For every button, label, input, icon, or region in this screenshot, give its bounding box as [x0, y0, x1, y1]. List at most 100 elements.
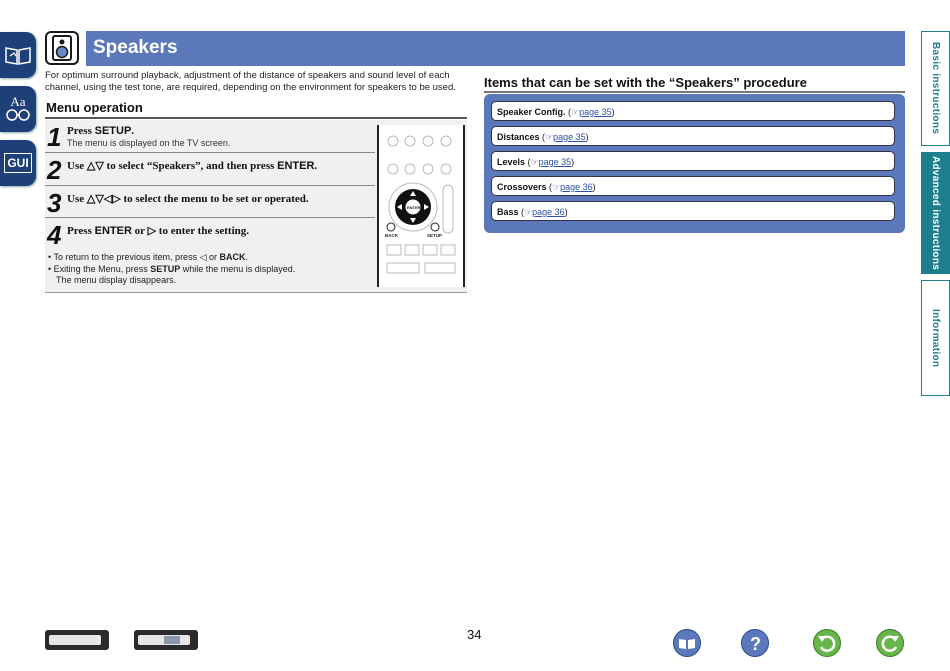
tab-label: Basic instructions — [930, 42, 941, 135]
step-1: 1 Press SETUP. The menu is displayed on … — [45, 120, 375, 153]
forward-button[interactable] — [876, 629, 904, 657]
tab-information[interactable]: Information — [921, 280, 950, 396]
note-1: • To return to the previous item, press … — [48, 252, 249, 262]
page-link[interactable]: page 36 — [560, 182, 593, 192]
step-key: ENTER — [94, 225, 132, 237]
note-text: while the menu is displayed. — [180, 263, 296, 274]
item-end: ) — [592, 182, 596, 192]
item-name: Bass — [497, 207, 519, 217]
item-end: ) — [571, 157, 575, 167]
glossary-nav-button[interactable]: Aa — [0, 86, 36, 132]
step-number: 2 — [47, 155, 62, 185]
back-button[interactable] — [813, 629, 841, 657]
note-text: . — [245, 252, 249, 262]
glossary-label: Aa — [10, 94, 26, 109]
items-section-title: Items that can be set with the “Speakers… — [484, 75, 807, 90]
step-text-pre: Use △▽ to select “Speakers”, and then pr… — [67, 160, 278, 172]
step-text: Use △▽◁▷ to select the menu to be set or… — [67, 193, 309, 205]
remote-back-label: BACK — [385, 233, 398, 238]
pointing-hand-icon: ☞ — [552, 182, 561, 192]
step-text: Use △▽ to select “Speakers”, and then pr… — [67, 159, 317, 172]
note-2: • Exiting the Menu, press SETUP while th… — [48, 263, 296, 274]
step-text-post: . — [131, 125, 135, 137]
step-text: Press ENTER or ▷ to enter the setting. — [67, 224, 249, 237]
note-key: BACK — [219, 252, 246, 262]
items-panel: Speaker Config. (☞page 35) Distances (☞p… — [484, 94, 905, 233]
note-key: SETUP — [150, 263, 181, 274]
menu-operation-title: Menu operation — [46, 100, 143, 115]
page-link[interactable]: page 35 — [553, 132, 586, 142]
display-icon — [164, 636, 180, 644]
remote-drawing — [386, 135, 456, 274]
step-text-pre: Press — [67, 125, 95, 137]
tab-advanced-instructions[interactable]: Advanced instructions — [921, 152, 950, 274]
item-crossovers[interactable]: Crossovers (☞page 36) — [491, 176, 895, 196]
glasses-icon — [6, 109, 30, 121]
divider — [484, 91, 905, 93]
pointing-hand-icon: ☞ — [524, 207, 533, 217]
item-speaker-config[interactable]: Speaker Config. (☞page 35) — [491, 101, 895, 121]
page-title: Speakers — [93, 37, 178, 58]
step-key: SETUP — [94, 125, 132, 137]
receiver-display-button[interactable] — [134, 630, 198, 650]
item-levels[interactable]: Levels (☞page 35) — [491, 151, 895, 171]
gui-label: GUI — [7, 156, 29, 170]
item-distances[interactable]: Distances (☞page 35) — [491, 126, 895, 146]
item-bass[interactable]: Bass (☞page 36) — [491, 201, 895, 221]
notes: • To return to the previous item, press … — [48, 252, 295, 287]
step-number: 3 — [47, 188, 62, 218]
intro-text: For optimum surround playback, adjustmen… — [45, 70, 456, 93]
forward-arrow-icon — [881, 635, 899, 652]
svg-text:?: ? — [750, 634, 761, 654]
step-text-pre: Press — [67, 225, 95, 237]
step-4: 4 Press ENTER or ▷ to enter the setting. — [45, 218, 375, 250]
page-number: 34 — [467, 627, 482, 642]
header-bar — [86, 31, 905, 66]
step-text-post: or ▷ to enter the setting. — [131, 225, 250, 237]
book-icon — [679, 639, 695, 649]
page-link[interactable]: page 35 — [539, 157, 572, 167]
question-mark-icon: ? — [750, 634, 761, 654]
remote-enter-label: ENTER — [407, 205, 421, 210]
step-number: 4 — [47, 220, 62, 250]
book-icon — [5, 47, 31, 65]
tab-label: Advanced instructions — [930, 155, 941, 271]
page-link[interactable]: page 36 — [532, 207, 565, 217]
step-sub-text: The menu is displayed on the TV screen. — [67, 138, 231, 148]
remote-setup-label: SETUP — [427, 233, 443, 238]
help-button[interactable]: ? — [741, 629, 769, 657]
note-3: The menu display disappears. — [56, 275, 177, 285]
item-name: Levels — [497, 157, 526, 167]
receiver-icon — [49, 635, 101, 645]
item-name: Crossovers — [497, 182, 547, 192]
gui-icon: GUI — [4, 153, 32, 173]
contents-button[interactable] — [673, 629, 701, 657]
item-name: Distances — [497, 132, 540, 142]
step-key: ENTER — [277, 160, 315, 172]
divider — [45, 117, 467, 119]
note-text: Exiting the Menu, press — [53, 263, 151, 274]
step-3: 3 Use △▽◁▷ to select the menu to be set … — [45, 186, 375, 218]
tab-basic-instructions[interactable]: Basic instructions — [921, 31, 950, 146]
speaker-icon — [45, 31, 79, 65]
tab-label: Information — [930, 308, 941, 368]
item-end: ) — [564, 207, 568, 217]
item-end: ) — [611, 107, 615, 117]
pointing-hand-icon: ☞ — [545, 132, 554, 142]
item-name: Speaker Config. — [497, 107, 566, 117]
step-2: 2 Use △▽ to select “Speakers”, and then … — [45, 153, 375, 186]
contents-nav-button[interactable] — [0, 32, 36, 78]
steps-panel: 1 Press SETUP. The menu is displayed on … — [45, 120, 467, 293]
pointing-hand-icon: ☞ — [530, 157, 539, 167]
step-text: Press SETUP. — [67, 125, 134, 137]
gui-nav-button[interactable]: GUI — [0, 140, 36, 186]
item-end: ) — [585, 132, 589, 142]
remote-illustration: ENTER BACK SETUP — [377, 125, 465, 287]
page-link[interactable]: page 35 — [579, 107, 612, 117]
step-number: 1 — [47, 122, 62, 152]
pointing-hand-icon: ☞ — [571, 107, 580, 117]
note-text: To return to the previous item, press ◁ … — [53, 252, 220, 262]
step-text-post: . — [314, 160, 318, 172]
return-arrow-icon — [818, 635, 836, 652]
receiver-front-button[interactable] — [45, 630, 109, 650]
